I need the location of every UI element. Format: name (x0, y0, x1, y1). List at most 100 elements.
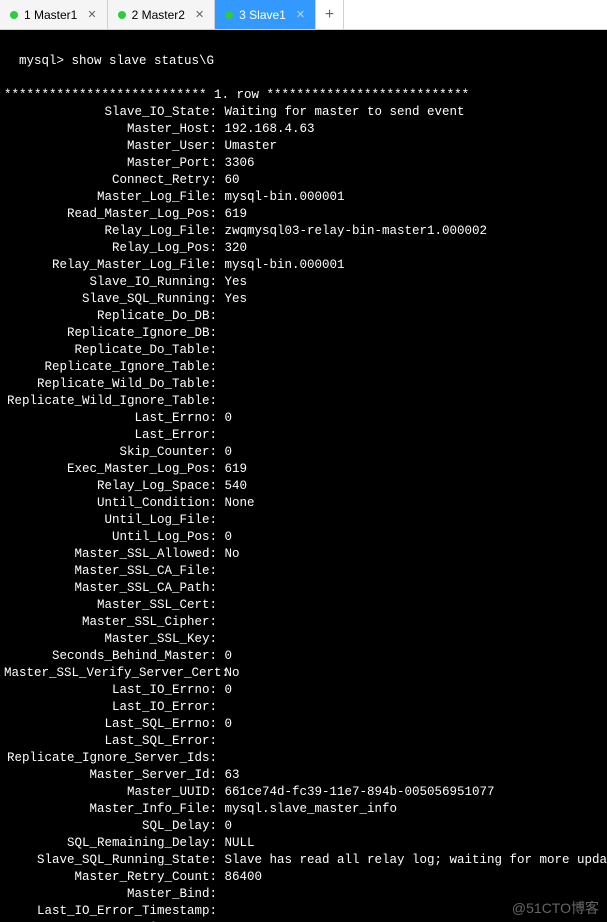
status-value: 0 (217, 649, 232, 663)
status-row: Master_SSL_Cipher: (4, 614, 603, 631)
close-icon[interactable]: ✕ (195, 8, 204, 21)
close-icon[interactable]: ✕ (87, 8, 96, 21)
status-value (217, 751, 225, 765)
status-row: Replicate_Ignore_DB: (4, 325, 603, 342)
status-key: Connect_Retry: (4, 172, 217, 189)
status-value: 619 (217, 462, 247, 476)
status-key: Relay_Log_Space: (4, 478, 217, 495)
status-value (217, 394, 225, 408)
tab-master1[interactable]: 1 Master1 ✕ (0, 0, 108, 29)
status-value: 619 (217, 207, 247, 221)
status-value: 60 (217, 173, 240, 187)
status-value: 3306 (217, 156, 255, 170)
status-value: Umaster (217, 139, 277, 153)
status-key: SQL_Remaining_Delay: (4, 835, 217, 852)
status-row: Until_Log_Pos: 0 (4, 529, 603, 546)
status-value: 0 (217, 530, 232, 544)
status-row: Last_Error: (4, 427, 603, 444)
status-value: Waiting for master to send event (217, 105, 465, 119)
status-key: Replicate_Ignore_Table: (4, 359, 217, 376)
status-row: Last_IO_Error: (4, 699, 603, 716)
status-key: Slave_IO_Running: (4, 274, 217, 291)
status-value (217, 700, 225, 714)
status-key: Master_Host: (4, 121, 217, 138)
status-row: Last_SQL_Error: (4, 733, 603, 750)
status-key: Master_SSL_Allowed: (4, 546, 217, 563)
status-row: SQL_Remaining_Delay: NULL (4, 835, 603, 852)
status-row: Master_SSL_CA_Path: (4, 580, 603, 597)
status-row: Slave_SQL_Running: Yes (4, 291, 603, 308)
status-key: Slave_IO_State: (4, 104, 217, 121)
tab-label: 3 Slave1 (239, 8, 286, 22)
status-key: SQL_Delay: (4, 818, 217, 835)
status-key: Read_Master_Log_Pos: (4, 206, 217, 223)
status-key: Replicate_Wild_Do_Table: (4, 376, 217, 393)
status-value (217, 564, 225, 578)
tab-bar: 1 Master1 ✕ 2 Master2 ✕ 3 Slave1 ✕ + (0, 0, 607, 30)
status-row: Skip_Counter: 0 (4, 444, 603, 461)
status-key: Last_Error: (4, 427, 217, 444)
status-value (217, 343, 225, 357)
status-value: 0 (217, 683, 232, 697)
status-row: Replicate_Do_DB: (4, 308, 603, 325)
status-dot-icon (118, 11, 126, 19)
status-key: Replicate_Ignore_Server_Ids: (4, 750, 217, 767)
status-key: Replicate_Do_DB: (4, 308, 217, 325)
status-key: Master_Log_File: (4, 189, 217, 206)
status-row: Last_IO_Errno: 0 (4, 682, 603, 699)
status-row: Master_Host: 192.168.4.63 (4, 121, 603, 138)
status-value: Yes (217, 275, 247, 289)
status-key: Master_Port: (4, 155, 217, 172)
status-value: No (217, 547, 240, 561)
row-separator: *************************** 1. row *****… (4, 87, 603, 104)
status-value: 86400 (217, 870, 262, 884)
status-value (217, 581, 225, 595)
status-value (217, 632, 225, 646)
status-key: Master_SSL_Key: (4, 631, 217, 648)
status-key: Slave_SQL_Running: (4, 291, 217, 308)
status-key: Last_IO_Error_Timestamp: (4, 903, 217, 920)
terminal-output[interactable]: mysql> show slave status\G *************… (0, 30, 607, 922)
status-value: 0 (217, 819, 232, 833)
status-row: Slave_IO_Running: Yes (4, 274, 603, 291)
status-value: 192.168.4.63 (217, 122, 315, 136)
status-key: Last_SQL_Error: (4, 733, 217, 750)
status-key: Relay_Master_Log_File: (4, 257, 217, 274)
status-row: Master_Log_File: mysql-bin.000001 (4, 189, 603, 206)
status-key: Replicate_Do_Table: (4, 342, 217, 359)
tab-label: 1 Master1 (24, 8, 77, 22)
status-key: Master_Info_File: (4, 801, 217, 818)
add-tab-button[interactable]: + (316, 0, 344, 29)
status-key: Master_SSL_Cert: (4, 597, 217, 614)
status-value (217, 326, 225, 340)
status-value: Yes (217, 292, 247, 306)
status-key: Master_UUID: (4, 784, 217, 801)
status-value (217, 734, 225, 748)
status-key: Master_SSL_CA_Path: (4, 580, 217, 597)
status-row: Master_SSL_CA_File: (4, 563, 603, 580)
status-key: Relay_Log_File: (4, 223, 217, 240)
status-key: Master_SSL_Cipher: (4, 614, 217, 631)
plus-icon: + (325, 6, 334, 24)
status-key: Last_IO_Errno: (4, 682, 217, 699)
tab-slave1[interactable]: 3 Slave1 ✕ (215, 0, 316, 29)
status-key: Until_Log_File: (4, 512, 217, 529)
status-value: 0 (217, 717, 232, 731)
status-row: Slave_SQL_Running_State: Slave has read … (4, 852, 603, 869)
status-key: Last_SQL_Errno: (4, 716, 217, 733)
status-value (217, 377, 225, 391)
status-row: Exec_Master_Log_Pos: 619 (4, 461, 603, 478)
watermark: @51CTO博客 (512, 898, 599, 918)
status-row: Relay_Master_Log_File: mysql-bin.000001 (4, 257, 603, 274)
tab-master2[interactable]: 2 Master2 ✕ (108, 0, 216, 29)
status-row: Read_Master_Log_Pos: 619 (4, 206, 603, 223)
status-value: 0 (217, 411, 232, 425)
status-row: Master_SSL_Allowed: No (4, 546, 603, 563)
status-row: Until_Condition: None (4, 495, 603, 512)
status-key: Master_Retry_Count: (4, 869, 217, 886)
status-value: 63 (217, 768, 240, 782)
status-rows: Slave_IO_State: Waiting for master to se… (4, 104, 603, 922)
close-icon[interactable]: ✕ (296, 8, 305, 21)
status-row: Replicate_Ignore_Table: (4, 359, 603, 376)
status-row: Until_Log_File: (4, 512, 603, 529)
